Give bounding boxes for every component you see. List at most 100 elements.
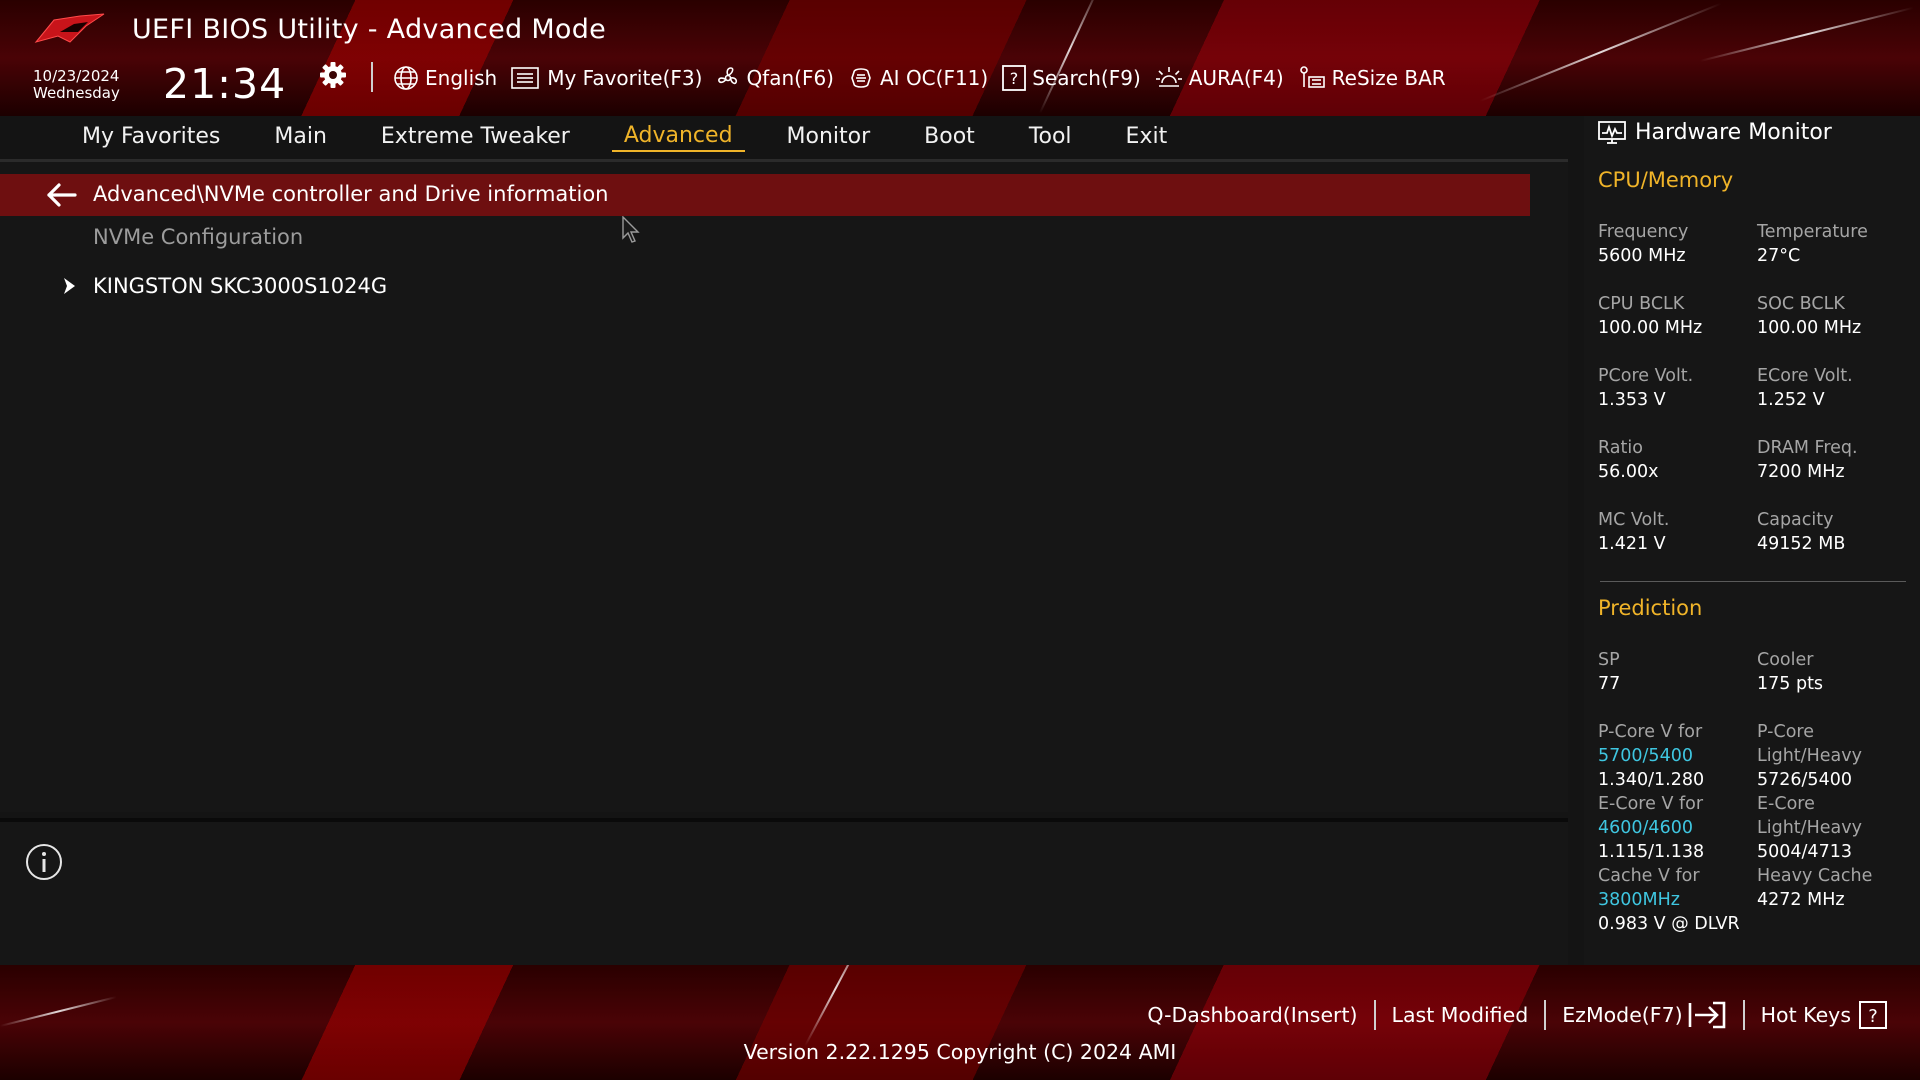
pcore-v-value: 1.340/1.280 [1598,770,1705,790]
ai-chip-icon [851,68,871,88]
soc-bclk-value: 100.00 MHz [1757,318,1862,338]
aura-label: AURA(F4) [1188,66,1284,90]
tab-exit[interactable]: Exit [1114,124,1180,151]
hardware-monitor-title: Hardware Monitor [1598,120,1832,145]
hot-keys-label: Hot Keys [1760,1003,1851,1027]
nvme-configuration-heading: NVMe Configuration [93,225,304,249]
heavy-cache-stat: Heavy Cache 4272 MHz [1757,864,1917,912]
last-modified-button[interactable]: Last Modified [1376,1003,1545,1027]
cache-v-freq: 3800MHz [1598,890,1680,910]
soc-bclk-stat: SOC BCLK 100.00 MHz [1757,292,1917,340]
sp-label: SP [1598,650,1620,670]
frequency-stat: Frequency 5600 MHz [1598,220,1758,268]
my-favorite-button[interactable]: My Favorite(F3) [511,66,702,90]
frequency-value: 5600 MHz [1598,246,1686,266]
qfan-button[interactable]: Qfan(F6) [716,66,834,90]
chevron-right-icon [64,278,75,294]
dram-freq-label: DRAM Freq. [1757,438,1858,458]
mc-volt-value: 1.421 V [1598,534,1666,554]
search-button[interactable]: ? Search(F9) [1002,65,1141,91]
app-title: UEFI BIOS Utility - Advanced Mode [132,14,607,45]
tab-monitor[interactable]: Monitor [775,124,883,151]
hardware-monitor-panel: Hardware Monitor CPU/Memory Frequency 56… [1584,116,1920,965]
dram-freq-value: 7200 MHz [1757,462,1845,482]
cpu-memory-heading: CPU/Memory [1598,168,1734,192]
date-display: 10/23/2024 Wednesday [33,68,120,102]
back-arrow-icon[interactable] [45,182,79,208]
light-streak [1039,0,1101,114]
date-value: 10/23/2024 [33,67,120,85]
cooler-stat: Cooler 175 pts [1757,648,1917,696]
tab-tool[interactable]: Tool [1017,124,1084,151]
ecore-lh-label-1: E-Core [1757,794,1815,814]
cpu-bclk-value: 100.00 MHz [1598,318,1703,338]
gear-icon[interactable] [318,60,348,90]
temperature-value: 27°C [1757,246,1801,266]
frequency-label: Frequency [1598,222,1689,242]
ezmode-button[interactable]: EzMode(F7) [1546,1001,1742,1029]
drive-name: KINGSTON SKC3000S1024G [93,274,388,298]
svg-text:?: ? [1010,69,1019,88]
ai-oc-label: AI OC(F11) [880,66,989,90]
resize-bar-icon [1299,66,1325,88]
capacity-value: 49152 MB [1757,534,1846,554]
pcore-v-stat: P-Core V for 5700/5400 1.340/1.280 [1598,720,1758,792]
capacity-stat: Capacity 49152 MB [1757,508,1917,556]
language-label: English [425,66,498,90]
ratio-stat: Ratio 56.00x [1598,436,1758,484]
pcore-light-heavy-stat: P-Core Light/Heavy 5726/5400 [1757,720,1917,792]
ezmode-label: EzMode(F7) [1562,1003,1683,1027]
breadcrumb-path: Advanced\NVMe controller and Drive infor… [93,182,609,206]
aura-button[interactable]: AURA(F4) [1155,65,1284,91]
footer-links: Q-Dashboard(Insert) Last Modified EzMode… [1131,1000,1903,1030]
sp-stat: SP 77 [1598,648,1758,696]
tab-extreme-tweaker[interactable]: Extreme Tweaker [369,124,582,151]
search-question-icon: ? [1002,65,1027,91]
q-dashboard-label: Q-Dashboard(Insert) [1147,1003,1358,1027]
cache-v-stat: Cache V for 3800MHz 0.983 V @ DLVR [1598,864,1758,936]
clock[interactable]: 21:34 [163,60,286,108]
drive-item-kingston[interactable]: KINGSTON SKC3000S1024G [60,271,387,301]
light-streak [1699,6,1914,62]
favorite-list-icon [511,67,540,89]
light-streak [1479,2,1722,102]
ecore-v-stat: E-Core V for 4600/4600 1.115/1.138 [1598,792,1758,864]
tab-main[interactable]: Main [262,124,339,151]
cache-v-label: Cache V for [1598,866,1700,886]
ecore-volt-label: ECore Volt. [1757,366,1853,386]
ai-oc-button[interactable]: AI OC(F11) [848,66,988,90]
cooler-value: 175 pts [1757,674,1824,694]
ecore-light-heavy-stat: E-Core Light/Heavy 5004/4713 [1757,792,1917,864]
q-dashboard-button[interactable]: Q-Dashboard(Insert) [1131,1003,1373,1027]
globe-icon [394,66,418,90]
ecore-lh-label-2: Light/Heavy [1757,818,1862,838]
info-icon [26,844,62,880]
pcore-volt-stat: PCore Volt. 1.353 V [1598,364,1758,412]
light-streak [804,965,867,1047]
temperature-stat: Temperature 27°C [1757,220,1917,268]
monitor-icon [1598,120,1626,144]
heavy-cache-value: 4272 MHz [1757,890,1845,910]
language-button[interactable]: English [393,65,497,91]
mc-volt-stat: MC Volt. 1.421 V [1598,508,1758,556]
hardware-monitor-title-text: Hardware Monitor [1635,120,1832,145]
tab-my-favorites[interactable]: My Favorites [70,124,232,151]
tab-advanced[interactable]: Advanced [611,123,745,152]
resize-bar-button[interactable]: ReSize BAR [1298,65,1446,91]
exit-to-ezmode-icon [1688,1001,1725,1029]
cache-v-value: 0.983 V @ DLVR [1598,914,1740,934]
help-panel [0,818,1568,965]
weekday-value: Wednesday [33,84,120,102]
pcore-v-freq: 5700/5400 [1598,746,1693,766]
heavy-cache-label: Heavy Cache [1757,866,1873,886]
tab-boot[interactable]: Boot [912,124,987,151]
section-divider [1600,581,1906,582]
sp-value: 77 [1598,674,1621,694]
pcore-lh-label-2: Light/Heavy [1757,746,1862,766]
my-favorite-label: My Favorite(F3) [547,66,703,90]
hot-keys-button[interactable]: Hot Keys ? [1745,1001,1903,1029]
pcore-lh-label-1: P-Core [1757,722,1814,742]
rog-eye-logo [34,13,105,43]
breadcrumb[interactable]: Advanced\NVMe controller and Drive infor… [0,174,1530,216]
cooler-label: Cooler [1757,650,1814,670]
